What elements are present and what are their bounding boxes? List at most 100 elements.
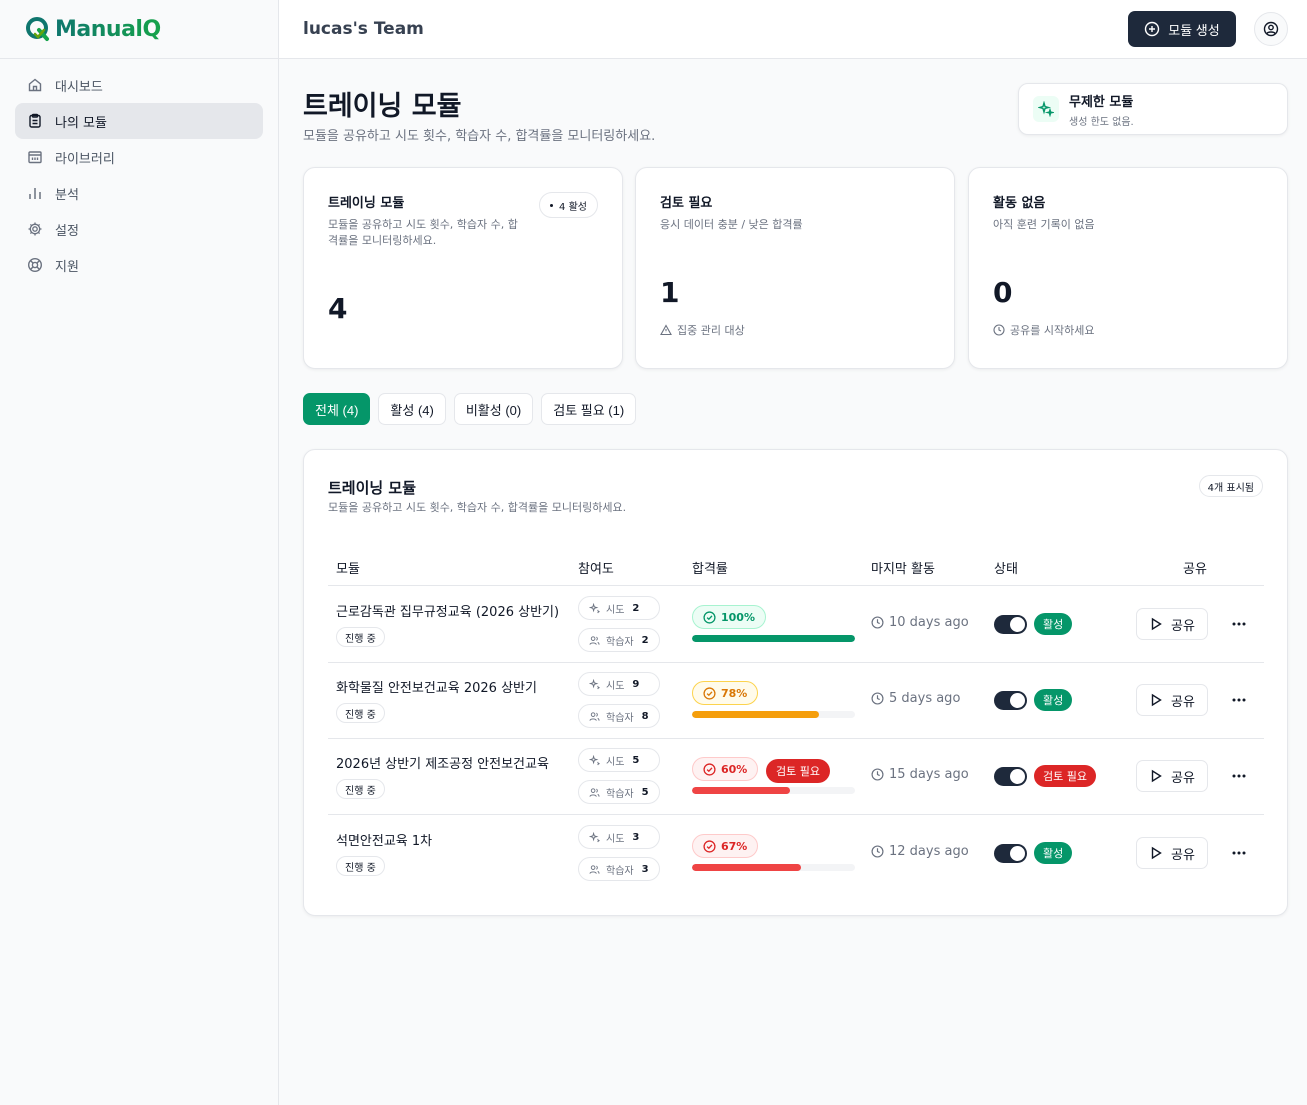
column-header-pass-rate: 합격률 xyxy=(692,562,728,577)
module-name[interactable]: 석면안전교육 1차 xyxy=(336,830,432,849)
filter-active[interactable]: 활성 (4) xyxy=(378,393,446,425)
filter-all[interactable]: 전체 (4) xyxy=(303,393,371,425)
active-toggle[interactable] xyxy=(994,691,1027,710)
sparkles-icon xyxy=(1033,96,1059,122)
learners-value: 2 xyxy=(641,634,649,646)
module-name[interactable]: 근로감독관 집무규정교육 (2026 상반기) xyxy=(336,601,559,620)
sidebar-item-support[interactable]: 지원 xyxy=(15,247,263,283)
unlimited-modules-card: 무제한 모듈 생성 한도 없음. xyxy=(1018,83,1288,135)
sidebar-item-label: 설정 xyxy=(55,223,79,239)
module-name[interactable]: 2026년 상반기 제조공정 안전보건교육 xyxy=(336,753,549,772)
users-icon xyxy=(589,864,600,875)
learners-label: 학습자 xyxy=(606,788,634,800)
module-name[interactable]: 화학물질 안전보건교육 2026 상반기 xyxy=(336,677,537,696)
learners-pill: 학습자 8 xyxy=(578,704,660,728)
active-count-badge: 4 활성 xyxy=(539,192,598,218)
users-icon xyxy=(589,787,600,798)
pass-rate-bar-fill xyxy=(692,864,802,871)
attempts-pill: 시도 9 xyxy=(578,672,660,696)
stat-description: 아직 훈련 기록이 없음 xyxy=(993,218,1095,231)
progress-badge: 진행 중 xyxy=(336,779,385,799)
attempts-label: 시도 xyxy=(606,604,625,616)
share-label: 공유 xyxy=(1171,846,1195,862)
column-header-engagement: 참여도 xyxy=(578,562,614,577)
attempts-label: 시도 xyxy=(606,680,625,692)
column-header-module: 모듈 xyxy=(336,562,360,577)
home-icon xyxy=(28,78,42,92)
stat-value: 1 xyxy=(660,276,680,309)
sidebar-item-library[interactable]: 라이브러리 xyxy=(15,139,263,175)
filter-needs-review[interactable]: 검토 필요 (1) xyxy=(541,393,637,425)
pass-rate-value: 78% xyxy=(721,686,748,700)
attempts-value: 5 xyxy=(632,754,640,766)
status-badge: 활성 xyxy=(1034,689,1073,711)
active-toggle[interactable] xyxy=(994,767,1027,786)
sidebar-item-label: 나의 모듈 xyxy=(55,115,107,131)
stat-title: 검토 필요 xyxy=(660,196,713,211)
learners-value: 8 xyxy=(641,710,649,722)
more-horizontal-icon xyxy=(1232,622,1246,626)
sidebar-item-dashboard[interactable]: 대시보드 xyxy=(15,67,263,103)
pass-rate-value: 60% xyxy=(721,762,748,776)
status-badge: 활성 xyxy=(1034,842,1073,864)
create-module-button[interactable]: 모듈 생성 xyxy=(1128,11,1236,47)
sparkle-icon xyxy=(589,602,600,614)
stat-footer-label: 공유를 시작하세요 xyxy=(1010,324,1095,337)
active-toggle[interactable] xyxy=(994,615,1027,634)
learners-pill: 학습자 2 xyxy=(578,628,660,652)
users-icon xyxy=(589,635,600,646)
more-horizontal-icon xyxy=(1232,851,1246,855)
stat-footer: 공유를 시작하세요 xyxy=(993,322,1094,338)
last-activity: 10 days ago xyxy=(871,615,969,630)
pass-rate-value: 67% xyxy=(721,839,748,853)
table-row: 화학물질 안전보건교육 2026 상반기 진행 중 시도 9 학습자 8 78% xyxy=(328,663,1264,739)
main-content: 트레이닝 모듈 모듈을 공유하고 시도 횟수, 학습자 수, 합격률을 모니터링… xyxy=(279,59,1307,1105)
sidebar-item-settings[interactable]: 설정 xyxy=(15,211,263,247)
more-actions-button[interactable] xyxy=(1226,687,1252,713)
users-icon xyxy=(589,711,600,722)
attempts-pill: 시도 3 xyxy=(578,825,660,849)
more-actions-button[interactable] xyxy=(1226,611,1252,637)
active-toggle[interactable] xyxy=(994,844,1027,863)
clock-icon xyxy=(871,692,884,705)
sidebar-item-my-modules[interactable]: 나의 모듈 xyxy=(15,103,263,139)
learners-label: 학습자 xyxy=(606,865,634,877)
table-row: 석면안전교육 1차 진행 중 시도 3 학습자 3 67% 12 days ag… xyxy=(328,816,1264,892)
topbar: lucas's Team 모듈 생성 xyxy=(279,0,1307,59)
stat-card-inactive: 활동 없음 아직 훈련 기록이 없음 0 공유를 시작하세요 xyxy=(968,167,1288,369)
filter-inactive[interactable]: 비활성 (0) xyxy=(453,393,534,425)
sidebar-item-label: 지원 xyxy=(55,259,79,275)
stat-card-review: 검토 필요 응시 데이터 충분 / 낮은 합격률 1 집중 관리 대상 xyxy=(635,167,955,369)
progress-badge: 진행 중 xyxy=(336,627,385,647)
learners-pill: 학습자 3 xyxy=(578,857,660,881)
pass-rate-bar-fill xyxy=(692,711,820,718)
user-menu-button[interactable] xyxy=(1254,12,1288,46)
share-button[interactable]: 공유 xyxy=(1136,684,1208,716)
sidebar-item-label: 분석 xyxy=(55,187,79,203)
clock-icon xyxy=(871,616,884,629)
last-activity-value: 5 days ago xyxy=(889,691,961,706)
pass-rate-bar xyxy=(692,635,855,642)
clipboard-icon xyxy=(29,113,41,128)
logo-mark-icon xyxy=(26,17,49,41)
share-button[interactable]: 공유 xyxy=(1136,760,1208,792)
stat-title: 활동 없음 xyxy=(993,196,1046,211)
bar-chart-icon xyxy=(29,188,41,199)
page-subtitle: 모듈을 공유하고 시도 횟수, 학습자 수, 합격률을 모니터링하세요. xyxy=(303,129,656,144)
sparkle-icon xyxy=(589,678,600,690)
modules-table-card: 트레이닝 모듈 모듈을 공유하고 시도 횟수, 학습자 수, 합격률을 모니터링… xyxy=(303,449,1288,916)
share-button[interactable]: 공유 xyxy=(1136,608,1208,640)
active-count-label: 4 활성 xyxy=(559,201,587,213)
share-button[interactable]: 공유 xyxy=(1136,837,1208,869)
pass-rate-bar xyxy=(692,711,855,718)
attempts-pill: 시도 2 xyxy=(578,596,660,620)
stat-description: 응시 데이터 충분 / 낮은 합격률 xyxy=(660,218,803,231)
more-actions-button[interactable] xyxy=(1226,763,1252,789)
logo[interactable]: ManualQ xyxy=(0,0,278,59)
play-icon xyxy=(1149,693,1163,707)
clock-icon xyxy=(871,768,884,781)
pass-rate-badge: 60% xyxy=(692,757,759,781)
table-row: 2026년 상반기 제조공정 안전보건교육 진행 중 시도 5 학습자 5 60… xyxy=(328,739,1264,815)
more-actions-button[interactable] xyxy=(1226,840,1252,866)
sidebar-item-analytics[interactable]: 분석 xyxy=(15,175,263,211)
